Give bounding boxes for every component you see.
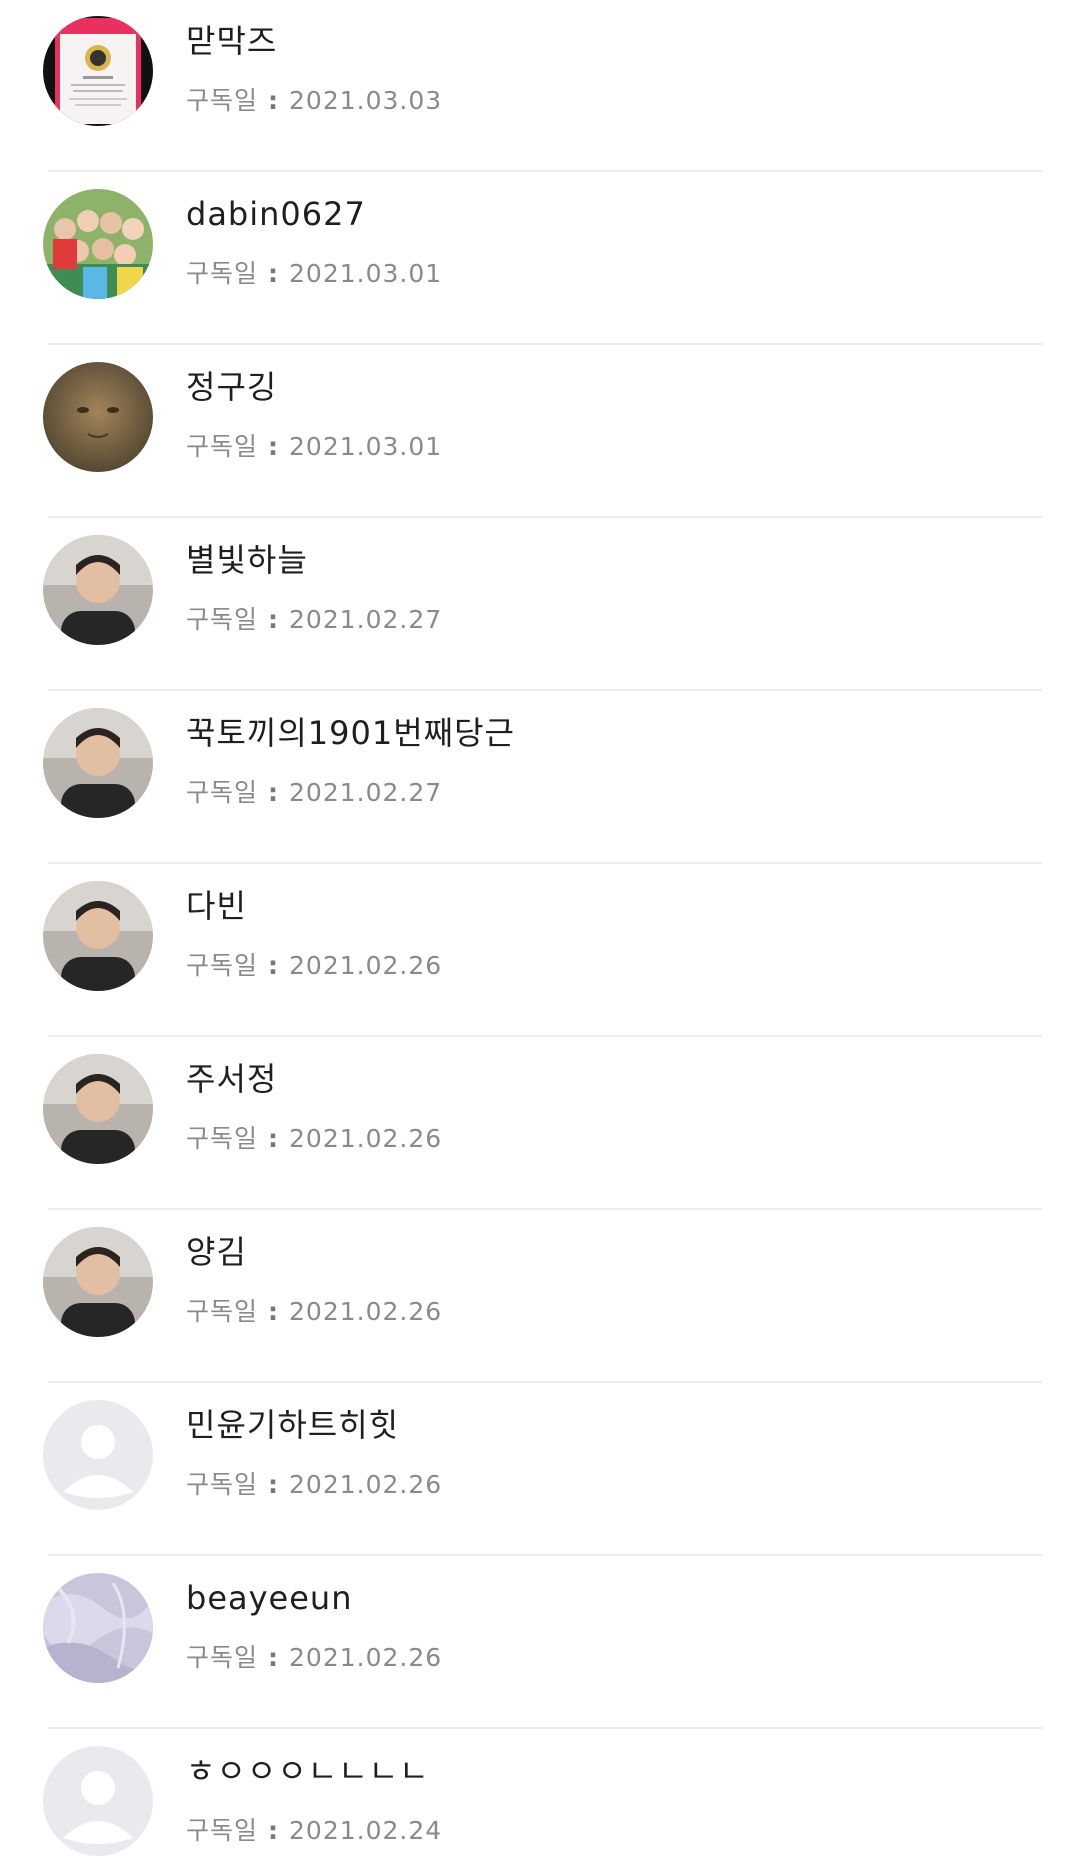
subscriber-name[interactable]: 꾹토끼의1901번째당근 <box>186 713 515 753</box>
subscriber-row[interactable]: 양김구독일:2021.02.26 <box>0 1210 1080 1383</box>
subscription-date-label: 구독일 <box>186 432 259 461</box>
subscriber-name[interactable]: ㅎㅇㅇㅇㄴㄴㄴㄴ <box>186 1751 430 1791</box>
subscriber-name[interactable]: 민윤기하트히힛 <box>186 1405 399 1445</box>
subscription-info: 구독일:2021.02.24 <box>186 1814 442 1848</box>
separator: : <box>268 432 280 461</box>
subscriber-row[interactable]: 맏막즈구독일:2021.03.03 <box>0 0 1080 172</box>
subscription-date: 2021.03.03 <box>289 86 443 115</box>
subscriber-row[interactable]: ㅎㅇㅇㅇㄴㄴㄴㄴ 구독일:2021.02.24 <box>0 1729 1080 1861</box>
avatar[interactable] <box>43 535 153 645</box>
subscription-date-label: 구독일 <box>186 1297 259 1326</box>
subscriber-row[interactable]: 정구깅구독일:2021.03.01 <box>0 345 1080 518</box>
subscription-date: 2021.02.27 <box>289 605 443 634</box>
subscription-date: 2021.02.27 <box>289 778 443 807</box>
subscription-date: 2021.02.26 <box>289 1470 443 1499</box>
avatar[interactable] <box>43 16 153 126</box>
separator: : <box>268 1470 280 1499</box>
separator: : <box>268 1124 280 1153</box>
subscriber-row[interactable]: 민윤기하트히힛구독일:2021.02.26 <box>0 1383 1080 1556</box>
subscriber-name[interactable]: beayeeun <box>186 1578 352 1618</box>
subscriber-name[interactable]: 맏막즈 <box>186 21 277 61</box>
subscription-date-label: 구독일 <box>186 86 259 115</box>
subscription-date-label: 구독일 <box>186 778 259 807</box>
separator: : <box>268 259 280 288</box>
subscriber-row[interactable]: beayeeun 구독일:2021.02.26 <box>0 1556 1080 1729</box>
subscription-info: 구독일:2021.02.26 <box>186 1468 442 1502</box>
subscription-info: 구독일:2021.03.01 <box>186 430 442 464</box>
subscription-date: 2021.03.01 <box>289 259 443 288</box>
subscriber-name[interactable]: 별빛하늘 <box>186 540 308 580</box>
subscription-date-label: 구독일 <box>186 605 259 634</box>
subscriber-name[interactable]: 정구깅 <box>186 367 277 407</box>
subscriber-row[interactable]: dabin0627 구독일:2021.03.01 <box>0 172 1080 345</box>
subscriber-list: 맏막즈 구독일:2021.03.03 dabin0627 구독일:2021.03.0… <box>0 0 1080 1861</box>
subscriber-name[interactable]: 주서정 <box>186 1059 277 1099</box>
subscriber-name[interactable]: 양김 <box>186 1232 247 1272</box>
subscription-date-label: 구독일 <box>186 259 259 288</box>
default-avatar-icon[interactable] <box>43 1746 153 1856</box>
separator: : <box>268 605 280 634</box>
subscription-info: 구독일:2021.02.27 <box>186 603 442 637</box>
subscription-info: 구독일:2021.02.26 <box>186 1122 442 1156</box>
avatar[interactable] <box>43 881 153 991</box>
subscriber-row[interactable]: 별빛하늘구독일:2021.02.27 <box>0 518 1080 691</box>
default-avatar-icon[interactable] <box>43 1400 153 1510</box>
separator: : <box>268 1297 280 1326</box>
separator: : <box>268 778 280 807</box>
subscriber-name[interactable]: 다빈 <box>186 886 247 926</box>
subscriber-row[interactable]: 주서정구독일:2021.02.26 <box>0 1037 1080 1210</box>
separator: : <box>268 1643 280 1672</box>
subscription-info: 구독일:2021.03.03 <box>186 84 442 118</box>
subscription-date: 2021.02.26 <box>289 951 443 980</box>
avatar[interactable] <box>43 1227 153 1337</box>
subscription-date: 2021.02.26 <box>289 1297 443 1326</box>
subscription-date-label: 구독일 <box>186 951 259 980</box>
subscription-date-label: 구독일 <box>186 1470 259 1499</box>
subscriber-name[interactable]: dabin0627 <box>186 194 366 234</box>
subscription-date-label: 구독일 <box>186 1816 259 1845</box>
subscription-date: 2021.03.01 <box>289 432 443 461</box>
avatar[interactable] <box>43 362 153 472</box>
subscription-date-label: 구독일 <box>186 1124 259 1153</box>
subscription-date: 2021.02.26 <box>289 1643 443 1672</box>
avatar[interactable] <box>43 189 153 299</box>
subscriber-row[interactable]: 꾹토끼의1901번째당근구독일:2021.02.27 <box>0 691 1080 864</box>
subscription-info: 구독일:2021.02.26 <box>186 949 442 983</box>
subscription-info: 구독일:2021.03.01 <box>186 257 442 291</box>
subscriber-row[interactable]: 다빈구독일:2021.02.26 <box>0 864 1080 1037</box>
subscription-date: 2021.02.24 <box>289 1816 443 1845</box>
avatar[interactable] <box>43 1573 153 1683</box>
separator: : <box>268 951 280 980</box>
separator: : <box>268 1816 280 1845</box>
subscription-date: 2021.02.26 <box>289 1124 443 1153</box>
subscription-date-label: 구독일 <box>186 1643 259 1672</box>
avatar[interactable] <box>43 1054 153 1164</box>
subscription-info: 구독일:2021.02.26 <box>186 1641 442 1675</box>
avatar[interactable] <box>43 708 153 818</box>
subscription-info: 구독일:2021.02.27 <box>186 776 442 810</box>
separator: : <box>268 86 280 115</box>
subscription-info: 구독일:2021.02.26 <box>186 1295 442 1329</box>
